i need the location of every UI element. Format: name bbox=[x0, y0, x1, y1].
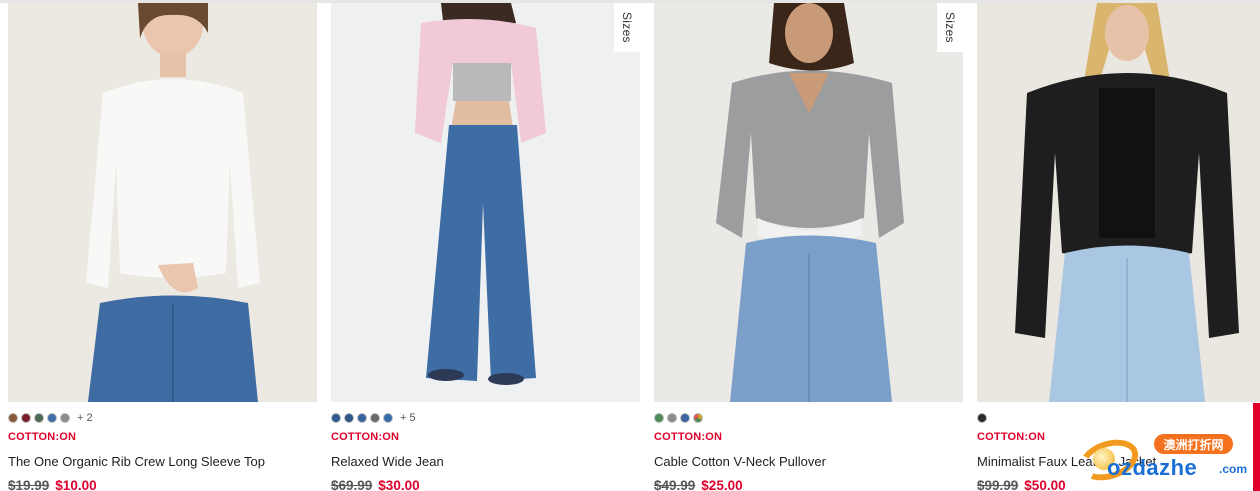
product-card[interactable]: COTTON:ON Minimalist Faux Leather Jacket… bbox=[977, 3, 1260, 491]
more-colors[interactable]: + 5 bbox=[400, 412, 416, 424]
swatch[interactable] bbox=[383, 413, 393, 423]
swatch[interactable] bbox=[654, 413, 664, 423]
swatch[interactable] bbox=[331, 413, 341, 423]
swatch[interactable] bbox=[34, 413, 44, 423]
sizes-tab[interactable]: Sizes bbox=[937, 3, 963, 52]
color-swatches: + 2 bbox=[8, 412, 93, 424]
product-image[interactable]: Sizes bbox=[654, 3, 963, 402]
product-image[interactable] bbox=[977, 3, 1260, 402]
original-price: $69.99 bbox=[331, 478, 373, 491]
sale-price: $50.00 bbox=[1024, 478, 1066, 491]
price: $69.99 $30.00 bbox=[331, 478, 420, 491]
swatch[interactable] bbox=[344, 413, 354, 423]
price: $49.99 $25.00 bbox=[654, 478, 743, 491]
swatch[interactable] bbox=[8, 413, 18, 423]
swatch[interactable] bbox=[667, 413, 677, 423]
original-price: $19.99 bbox=[8, 478, 50, 491]
price: $99.99 $50.00 bbox=[977, 478, 1066, 491]
sizes-tab[interactable]: Sizes bbox=[614, 3, 640, 52]
color-swatches bbox=[977, 412, 994, 424]
original-price: $99.99 bbox=[977, 478, 1019, 491]
product-image[interactable]: Sizes bbox=[331, 3, 640, 402]
color-swatches: + 5 bbox=[331, 412, 416, 424]
site-watermark: 澳洲打折网 ozdazhe .com bbox=[1073, 432, 1260, 491]
watermark-suffix: .com bbox=[1219, 462, 1248, 476]
original-price: $49.99 bbox=[654, 478, 696, 491]
model-photo bbox=[654, 3, 963, 402]
sale-price: $10.00 bbox=[55, 478, 97, 491]
swatch[interactable] bbox=[357, 413, 367, 423]
brand-label: COTTON:ON bbox=[654, 431, 723, 443]
product-name[interactable]: Relaxed Wide Jean bbox=[331, 454, 444, 469]
product-card[interactable]: Sizes COTTON:ON Cable Cotton V-Neck Pull… bbox=[654, 3, 963, 491]
sale-price: $30.00 bbox=[378, 478, 420, 491]
swatch[interactable] bbox=[21, 413, 31, 423]
color-swatches bbox=[654, 412, 710, 424]
swatch[interactable] bbox=[680, 413, 690, 423]
sale-price: $25.00 bbox=[701, 478, 743, 491]
swatch[interactable] bbox=[47, 413, 57, 423]
model-photo bbox=[331, 3, 640, 402]
watermark-text: ozdazhe bbox=[1107, 455, 1198, 480]
product-card[interactable]: Sizes + 5 COTTON:ON Relaxed Wide Jean $6… bbox=[331, 3, 640, 491]
product-name[interactable]: Cable Cotton V-Neck Pullover bbox=[654, 454, 826, 469]
price: $19.99 $10.00 bbox=[8, 478, 97, 491]
brand-label: COTTON:ON bbox=[8, 431, 77, 443]
product-name[interactable]: The One Organic Rib Crew Long Sleeve Top bbox=[8, 454, 265, 469]
more-colors[interactable]: + 2 bbox=[77, 412, 93, 424]
product-card[interactable]: + 2 COTTON:ON The One Organic Rib Crew L… bbox=[8, 3, 317, 491]
swatch[interactable] bbox=[370, 413, 380, 423]
brand-label: COTTON:ON bbox=[331, 431, 400, 443]
model-photo bbox=[977, 3, 1260, 402]
swatch[interactable] bbox=[693, 413, 703, 423]
model-photo bbox=[8, 3, 317, 402]
brand-label: COTTON:ON bbox=[977, 431, 1046, 443]
watermark-bubble: 澳洲打折网 bbox=[1154, 434, 1233, 454]
product-image[interactable] bbox=[8, 3, 317, 402]
swatch[interactable] bbox=[60, 413, 70, 423]
swatch[interactable] bbox=[977, 413, 987, 423]
